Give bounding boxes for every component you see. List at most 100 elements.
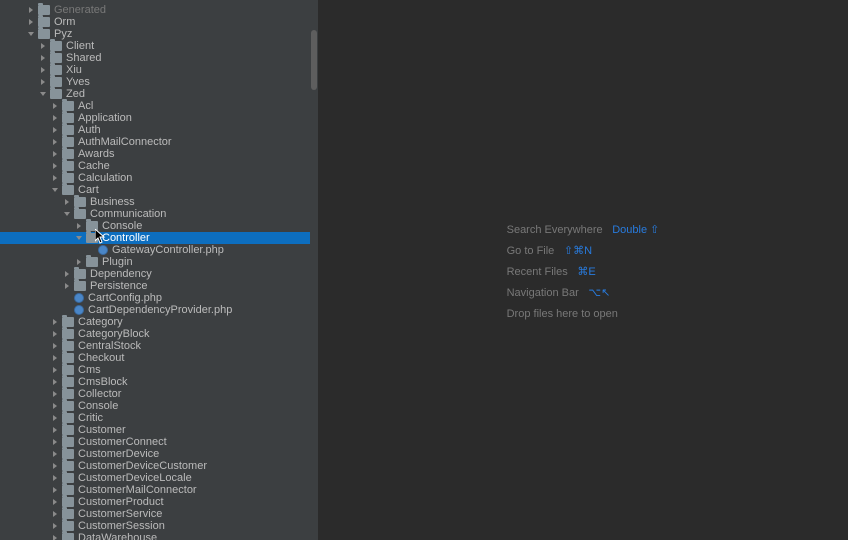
tree-item[interactable]: Awards	[0, 148, 318, 160]
folder-icon	[62, 509, 74, 519]
tree-item-label: CategoryBlock	[78, 328, 150, 340]
tree-item[interactable]: GatewayController.php	[0, 244, 318, 256]
chevron-right-icon[interactable]	[52, 522, 60, 530]
tree-item[interactable]: Collector	[0, 388, 318, 400]
tree-item[interactable]: CartConfig.php	[0, 292, 318, 304]
editor-empty-area[interactable]: Search Everywhere Double ⇧ Go to File ⇧⌘…	[318, 0, 848, 540]
tree-item-label: Business	[90, 196, 135, 208]
tree-item[interactable]: Client	[0, 40, 318, 52]
tree-item[interactable]: CustomerSession	[0, 520, 318, 532]
tree-item[interactable]: Console	[0, 400, 318, 412]
folder-icon	[62, 473, 74, 483]
tree-item[interactable]: Cache	[0, 160, 318, 172]
tree-item[interactable]: Xiu	[0, 64, 318, 76]
tree-item[interactable]: Auth	[0, 124, 318, 136]
scrollbar-thumb[interactable]	[311, 30, 317, 90]
tree-item[interactable]: Generated	[0, 4, 318, 16]
tree-item[interactable]: Calculation	[0, 172, 318, 184]
chevron-right-icon[interactable]	[52, 318, 60, 326]
tree-item[interactable]: Zed	[0, 88, 318, 100]
chevron-right-icon[interactable]	[64, 282, 72, 290]
tree-item[interactable]: CartDependencyProvider.php	[0, 304, 318, 316]
chevron-right-icon[interactable]	[52, 366, 60, 374]
chevron-right-icon[interactable]	[52, 498, 60, 506]
tree-item[interactable]: Yves	[0, 76, 318, 88]
tree-item[interactable]: CustomerProduct	[0, 496, 318, 508]
tree-item[interactable]: Console	[0, 220, 318, 232]
chevron-right-icon[interactable]	[52, 174, 60, 182]
chevron-right-icon[interactable]	[52, 426, 60, 434]
tree-item-label: Cms	[78, 364, 101, 376]
chevron-down-icon[interactable]	[52, 186, 60, 194]
chevron-down-icon[interactable]	[28, 30, 36, 38]
chevron-right-icon[interactable]	[52, 126, 60, 134]
chevron-down-icon[interactable]	[40, 90, 48, 98]
tree-item[interactable]: Plugin	[0, 256, 318, 268]
tree-item[interactable]: Critic	[0, 412, 318, 424]
tree-item[interactable]: Pyz	[0, 28, 318, 40]
tree-item[interactable]: Checkout	[0, 352, 318, 364]
tree-item[interactable]: Controller	[0, 232, 310, 244]
tree-item[interactable]: Business	[0, 196, 318, 208]
tree-item[interactable]: CustomerDeviceCustomer	[0, 460, 318, 472]
tree-item[interactable]: CmsBlock	[0, 376, 318, 388]
hints-panel: Search Everywhere Double ⇧ Go to File ⇧⌘…	[507, 215, 660, 326]
chevron-right-icon[interactable]	[52, 450, 60, 458]
chevron-right-icon[interactable]	[52, 162, 60, 170]
tree-item[interactable]: Cart	[0, 184, 318, 196]
chevron-right-icon[interactable]	[52, 150, 60, 158]
tree-item[interactable]: CustomerService	[0, 508, 318, 520]
chevron-right-icon[interactable]	[40, 66, 48, 74]
chevron-down-icon[interactable]	[76, 234, 84, 242]
chevron-right-icon[interactable]	[52, 342, 60, 350]
tree-item[interactable]: CustomerDevice	[0, 448, 318, 460]
chevron-right-icon[interactable]	[52, 474, 60, 482]
tree-item[interactable]: DataWarehouse	[0, 532, 318, 540]
scrollbar[interactable]	[310, 0, 318, 540]
chevron-right-icon[interactable]	[40, 42, 48, 50]
tree-item[interactable]: Persistence	[0, 280, 318, 292]
chevron-right-icon[interactable]	[52, 390, 60, 398]
chevron-right-icon[interactable]	[52, 378, 60, 386]
tree-item[interactable]: Dependency	[0, 268, 318, 280]
chevron-right-icon[interactable]	[52, 114, 60, 122]
chevron-right-icon[interactable]	[52, 102, 60, 110]
chevron-right-icon[interactable]	[64, 198, 72, 206]
tree-item[interactable]: CategoryBlock	[0, 328, 318, 340]
chevron-right-icon[interactable]	[28, 6, 36, 14]
tree-item[interactable]: Acl	[0, 100, 318, 112]
tree-item-label: Communication	[90, 208, 166, 220]
chevron-right-icon[interactable]	[40, 78, 48, 86]
chevron-right-icon[interactable]	[52, 462, 60, 470]
chevron-right-icon[interactable]	[52, 510, 60, 518]
tree-item[interactable]: CentralStock	[0, 340, 318, 352]
tree-item[interactable]: AuthMailConnector	[0, 136, 318, 148]
tree-item[interactable]: Customer	[0, 424, 318, 436]
tree-item[interactable]: CustomerDeviceLocale	[0, 472, 318, 484]
tree-item[interactable]: Category	[0, 316, 318, 328]
chevron-right-icon[interactable]	[52, 402, 60, 410]
tree-item[interactable]: Communication	[0, 208, 318, 220]
tree-item[interactable]: CustomerConnect	[0, 436, 318, 448]
chevron-right-icon[interactable]	[28, 18, 36, 26]
tree-item-label: CustomerSession	[78, 520, 165, 532]
tree-item[interactable]: Orm	[0, 16, 318, 28]
tree-item[interactable]: Shared	[0, 52, 318, 64]
chevron-right-icon[interactable]	[76, 258, 84, 266]
chevron-right-icon[interactable]	[52, 534, 60, 540]
chevron-down-icon[interactable]	[64, 210, 72, 218]
chevron-right-icon[interactable]	[64, 270, 72, 278]
tree-item[interactable]: Application	[0, 112, 318, 124]
chevron-right-icon[interactable]	[52, 414, 60, 422]
chevron-right-icon[interactable]	[52, 438, 60, 446]
chevron-right-icon[interactable]	[40, 54, 48, 62]
tree-item[interactable]: CustomerMailConnector	[0, 484, 318, 496]
tree-item[interactable]: Cms	[0, 364, 318, 376]
folder-icon	[62, 101, 74, 111]
chevron-right-icon[interactable]	[52, 330, 60, 338]
chevron-right-icon[interactable]	[76, 222, 84, 230]
chevron-right-icon[interactable]	[52, 486, 60, 494]
project-tree-panel[interactable]: GeneratedOrmPyzClientSharedXiuYvesZedAcl…	[0, 0, 318, 540]
chevron-right-icon[interactable]	[52, 354, 60, 362]
chevron-right-icon[interactable]	[52, 138, 60, 146]
